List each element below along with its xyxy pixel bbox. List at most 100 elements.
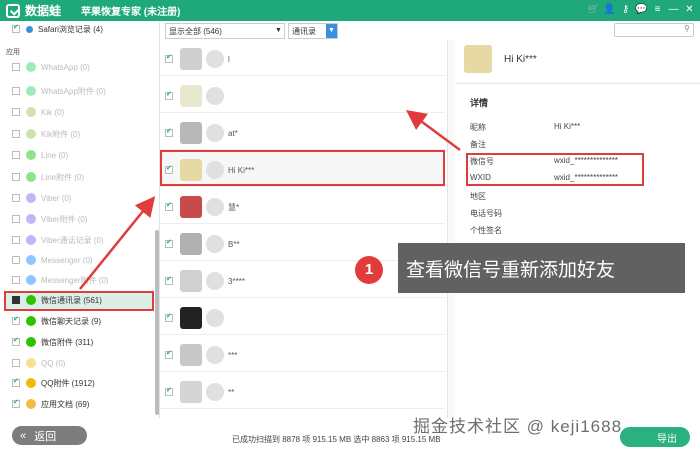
filter-dropdown[interactable]: 显示全部 (546) ▼ <box>165 23 285 39</box>
category-scrollbar[interactable] <box>155 230 159 415</box>
checkbox[interactable] <box>12 276 20 284</box>
app-name: 数据蛙 <box>25 4 62 18</box>
tree-item[interactable]: Messenger附件 (0) <box>12 272 109 288</box>
contact-row[interactable]: l <box>160 43 445 76</box>
checkbox[interactable] <box>165 386 173 396</box>
tree-item[interactable]: WhatsApp附件 (0) <box>12 83 106 99</box>
tree-item[interactable]: 微信附件 (311) <box>12 334 93 350</box>
checkbox[interactable] <box>12 336 20 346</box>
tree-item-label: Messenger附件 (0) <box>41 275 109 285</box>
avatar <box>464 45 492 73</box>
checkbox[interactable] <box>165 275 173 285</box>
contact-detail-panel: Hi Ki*** 详情 昵称 Hi Ki*** 备注 微信号 wxid_********… <box>456 40 700 418</box>
app-icon <box>26 275 36 285</box>
redacted-blur <box>206 383 224 401</box>
checkbox[interactable] <box>165 349 173 359</box>
contact-name: 3**** <box>228 276 245 286</box>
contact-row[interactable] <box>160 80 445 113</box>
tree-item[interactable]: QQ附件 (1912) <box>12 375 95 391</box>
app-icon <box>26 316 36 326</box>
list-toolbar: 显示全部 (546) ▼ 通讯录 ▼ <box>165 23 445 39</box>
checkbox[interactable] <box>12 359 20 367</box>
tree-item[interactable]: Line (0) <box>12 147 68 163</box>
checkbox[interactable] <box>12 63 20 71</box>
checkbox[interactable] <box>12 215 20 223</box>
checkbox[interactable] <box>165 238 173 248</box>
checkbox[interactable] <box>165 90 173 100</box>
contact-row[interactable]: ** <box>160 376 445 409</box>
tree-item-safari[interactable]: Safari浏览记录 (4) <box>12 21 103 37</box>
export-button[interactable]: 导出 <box>620 427 690 447</box>
tree-item[interactable]: Kik (0) <box>12 104 64 120</box>
checkbox[interactable] <box>12 296 20 304</box>
checkbox[interactable] <box>12 173 20 181</box>
checkbox[interactable] <box>12 256 20 264</box>
app-icon <box>26 62 36 72</box>
contact-row[interactable]: at* <box>160 117 445 150</box>
tree-item-label: WhatsApp附件 (0) <box>41 86 106 96</box>
checkbox[interactable] <box>12 398 20 408</box>
tree-item[interactable]: 微信通讯录 (561) <box>12 292 102 308</box>
checkbox[interactable] <box>165 53 173 63</box>
avatar <box>180 381 202 403</box>
checkbox[interactable] <box>12 151 20 159</box>
contact-name: Hi Ki*** <box>228 165 255 175</box>
detail-field-label: 备注 <box>470 140 486 149</box>
tree-item[interactable]: Viber附件 (0) <box>12 211 88 227</box>
checkbox[interactable] <box>165 201 173 211</box>
checkbox[interactable] <box>12 130 20 138</box>
checkbox[interactable] <box>12 377 20 387</box>
tree-item-label: Line (0) <box>41 150 69 160</box>
tree-item[interactable]: Line附件 (0) <box>12 169 84 185</box>
contact-row[interactable]: 慧* <box>160 191 445 224</box>
minimize-icon[interactable]: — <box>667 3 680 16</box>
checkbox[interactable] <box>12 23 20 33</box>
avatar <box>180 307 202 329</box>
window-title: 苹果恢复专家 (未注册) <box>81 7 181 18</box>
tree-item[interactable]: WhatsApp (0) <box>12 59 90 75</box>
checkbox[interactable] <box>12 236 20 244</box>
key-icon[interactable]: ⚷ <box>619 3 632 16</box>
contact-row[interactable]: Hi Ki*** <box>160 154 445 187</box>
detail-field-label: 昵称 <box>470 123 486 132</box>
menu-icon[interactable]: ≡ <box>651 3 664 16</box>
tree-item[interactable]: Viber通话记录 (0) <box>12 232 104 248</box>
checkbox[interactable] <box>12 108 20 116</box>
avatar <box>180 233 202 255</box>
checkbox[interactable] <box>165 127 173 137</box>
tree-item[interactable]: Viber (0) <box>12 190 72 206</box>
contact-list-scrollbar[interactable] <box>447 40 455 418</box>
app-icon <box>26 255 36 265</box>
checkbox[interactable] <box>12 315 20 325</box>
app-icon <box>26 172 36 182</box>
tree-item[interactable]: Kik附件 (0) <box>12 126 80 142</box>
tree-item-label: Line附件 (0) <box>41 172 85 182</box>
tree-item[interactable]: Messenger (0) <box>12 252 93 268</box>
contact-name: B** <box>228 239 240 249</box>
tree-item[interactable]: 微信聊天记录 (9) <box>12 313 101 329</box>
close-icon[interactable]: ✕ <box>683 3 696 16</box>
view-dropdown[interactable]: 通讯录 ▼ <box>288 23 338 39</box>
cart-icon[interactable]: 🛒 <box>587 3 600 16</box>
checkbox[interactable] <box>12 87 20 95</box>
logo-icon <box>6 3 20 18</box>
export-button-label: 导出 <box>657 433 677 445</box>
chevron-down-icon: ▼ <box>326 24 337 38</box>
search-input[interactable]: ⚲ <box>614 23 694 37</box>
view-value: 通讯录 <box>292 26 316 36</box>
tree-item[interactable]: QQ (0) <box>12 355 65 371</box>
contact-list: lat*Hi Ki***慧*B**3********* <box>160 43 448 418</box>
annotation-tip: 查看微信号重新添加好友 <box>398 243 685 293</box>
contact-row[interactable] <box>160 302 445 335</box>
redacted-blur <box>206 124 224 142</box>
redacted-blur <box>206 272 224 290</box>
contact-row[interactable]: *** <box>160 339 445 372</box>
tree-item[interactable]: 应用文档 (69) <box>12 396 89 412</box>
checkbox[interactable] <box>165 312 173 322</box>
checkbox[interactable] <box>12 194 20 202</box>
chat-icon[interactable]: 💬 <box>635 3 648 16</box>
redacted-blur <box>206 50 224 68</box>
user-icon[interactable]: 👤 <box>603 3 616 16</box>
checkbox[interactable] <box>165 164 173 174</box>
filter-value: 显示全部 (546) <box>169 26 222 36</box>
